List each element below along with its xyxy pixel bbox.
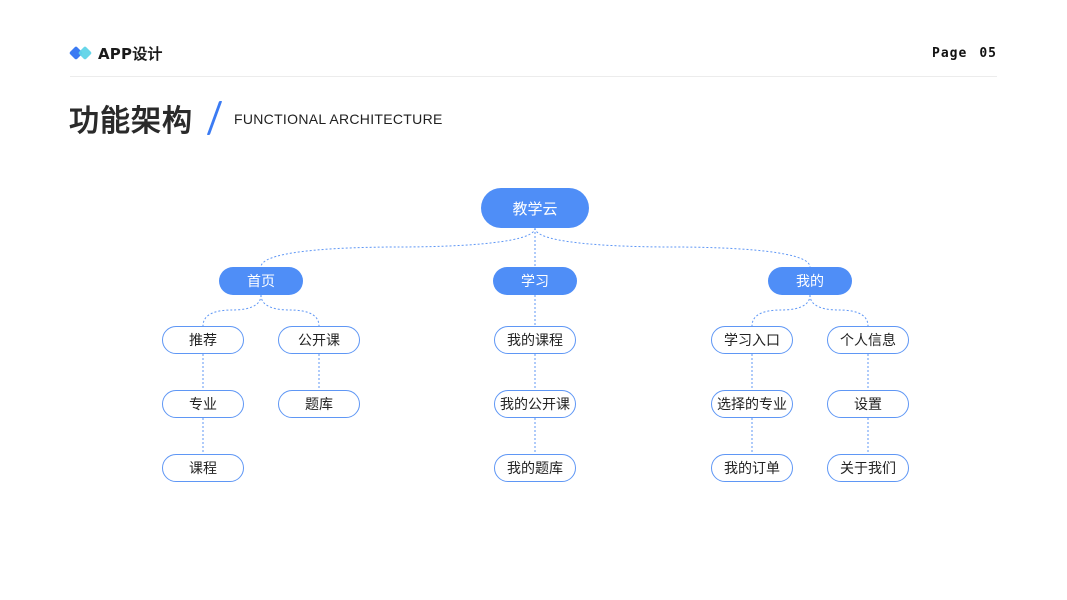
node-settings: 设置 (827, 390, 909, 418)
node-study-entry: 学习入口 (711, 326, 793, 354)
node-my-courses: 我的课程 (494, 326, 576, 354)
node-my-question-bank: 我的题库 (494, 454, 576, 482)
node-my-orders: 我的订单 (711, 454, 793, 482)
node-course: 课程 (162, 454, 244, 482)
node-root: 教学云 (481, 188, 589, 228)
node-personal-info: 个人信息 (827, 326, 909, 354)
connector-branch-0-col-1 (260, 294, 320, 327)
node-major: 专业 (162, 390, 244, 418)
connector-branch-2-col-0 (751, 294, 811, 327)
connector-root-branch-0 (260, 227, 536, 268)
node-branch-mine: 我的 (768, 267, 852, 295)
node-branch-study: 学习 (493, 267, 577, 295)
node-branch-home: 首页 (219, 267, 303, 295)
node-my-open-courses: 我的公开课 (494, 390, 576, 418)
node-open-course: 公开课 (278, 326, 360, 354)
node-about-us: 关于我们 (827, 454, 909, 482)
node-recommend: 推荐 (162, 326, 244, 354)
connector-branch-2-col-1 (809, 294, 869, 327)
connector-root-branch-2 (534, 227, 811, 268)
node-question-bank: 题库 (278, 390, 360, 418)
connector-branch-0-col-0 (202, 294, 262, 327)
tree-connectors (202, 227, 869, 454)
node-selected-major: 选择的专业 (711, 390, 793, 418)
